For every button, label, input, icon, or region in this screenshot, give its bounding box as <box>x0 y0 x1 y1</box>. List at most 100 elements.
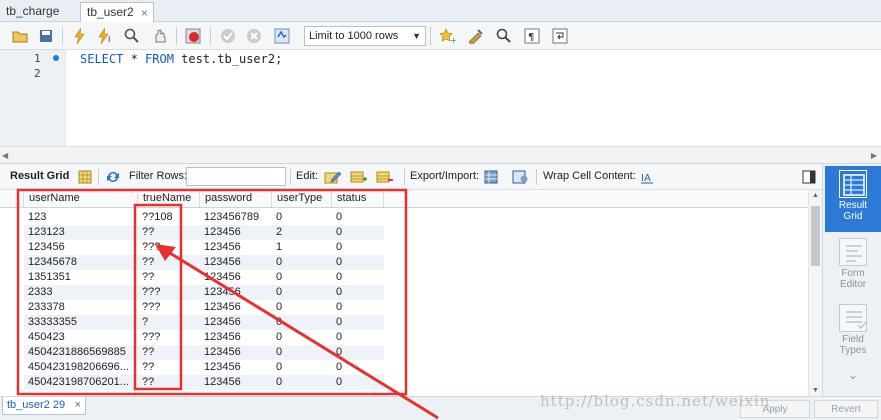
table-cell-status[interactable]: 0 <box>332 315 384 330</box>
open-file-icon[interactable] <box>10 26 30 46</box>
table-cell-status[interactable]: 0 <box>332 210 384 225</box>
table-cell-usertype[interactable]: 0 <box>272 255 332 270</box>
table-cell-status[interactable]: 0 <box>332 330 384 345</box>
table-cell-usertype[interactable]: 0 <box>272 210 332 225</box>
table-cell-password[interactable]: 123456 <box>200 225 272 240</box>
table-row[interactable]: 123 ??108 123456789 0 0 <box>24 210 384 225</box>
refresh-icon[interactable] <box>104 168 122 186</box>
table-cell-truename[interactable]: ?? <box>138 375 200 390</box>
table-cell-password[interactable]: 123456 <box>200 270 272 285</box>
more-chevron-icon[interactable]: ⌄ <box>825 369 881 392</box>
table-cell-status[interactable]: 0 <box>332 225 384 240</box>
table-row[interactable]: 123123?? 123456 2 0 <box>24 225 384 240</box>
table-cell-truename[interactable]: ?? <box>138 345 200 360</box>
table-cell-status[interactable]: 0 <box>332 240 384 255</box>
table-cell-password[interactable]: 123456 <box>200 360 272 375</box>
sql-editor[interactable]: 1 2 SELECT * FROM test.tb_user2; <box>0 50 881 146</box>
limit-rows-select[interactable]: Limit to 1000 rows ▼ <box>304 26 426 46</box>
table-cell-truename[interactable]: ??? <box>138 240 200 255</box>
edit-row-icon[interactable] <box>324 168 342 186</box>
table-cell-truename[interactable]: ?? <box>138 255 200 270</box>
wrap-cell-icon[interactable]: IA <box>638 168 656 186</box>
revert-button[interactable]: Revert <box>814 400 878 418</box>
table-cell-usertype[interactable]: 1 <box>272 240 332 255</box>
table-cell-username[interactable]: 450423 <box>24 330 138 345</box>
tab-tb-user2[interactable]: tb_user2 × <box>80 2 154 22</box>
table-cell-username[interactable]: 123 <box>24 210 138 225</box>
table-cell-truename[interactable]: ??108 <box>138 210 200 225</box>
column-header[interactable]: userType <box>272 190 332 208</box>
word-wrap-icon[interactable] <box>550 26 570 46</box>
table-row[interactable]: 450423198706201...?? 123456 0 0 <box>24 375 384 390</box>
form-editor-button[interactable]: Form Editor <box>825 238 881 298</box>
table-cell-password[interactable]: 123456 <box>200 315 272 330</box>
table-cell-status[interactable]: 0 <box>332 255 384 270</box>
table-cell-username[interactable]: 450423198706201... <box>24 375 138 390</box>
scroll-down-icon[interactable]: ▼ <box>812 387 819 394</box>
filter-rows-input[interactable] <box>186 167 286 186</box>
table-cell-truename[interactable]: ??? <box>138 330 200 345</box>
table-cell-usertype[interactable]: 0 <box>272 285 332 300</box>
table-cell-username[interactable]: 4504231886569885 <box>24 345 138 360</box>
grid-vertical-scrollbar[interactable]: ▲ ▼ <box>808 190 822 396</box>
execute-current-icon[interactable]: I <box>96 26 116 46</box>
export-icon[interactable] <box>484 168 502 186</box>
table-cell-truename[interactable]: ??? <box>138 285 200 300</box>
explain-icon[interactable] <box>122 26 142 46</box>
table-row[interactable]: 2333??? 123456 0 0 <box>24 285 384 300</box>
grid-view-icon[interactable] <box>76 168 94 186</box>
table-cell-status[interactable]: 0 <box>332 345 384 360</box>
scroll-left-icon[interactable]: ◀ <box>2 151 8 160</box>
scroll-right-icon[interactable]: ▶ <box>871 151 877 160</box>
save-icon[interactable] <box>36 26 56 46</box>
table-cell-password[interactable]: 123456789 <box>200 210 272 225</box>
table-cell-status[interactable]: 0 <box>332 375 384 390</box>
result-tab-tb-user2[interactable]: tb_user2 29 × <box>2 397 86 415</box>
table-cell-truename[interactable]: ?? <box>138 225 200 240</box>
import-icon[interactable] <box>512 168 530 186</box>
table-row[interactable]: 33333355? 123456 0 0 <box>24 315 384 330</box>
column-header[interactable]: status <box>332 190 384 208</box>
close-icon[interactable]: × <box>75 397 81 414</box>
table-cell-username[interactable]: 33333355 <box>24 315 138 330</box>
table-cell-username[interactable]: 450423198206696... <box>24 360 138 375</box>
table-cell-usertype[interactable]: 0 <box>272 360 332 375</box>
column-header[interactable]: password <box>200 190 272 208</box>
table-cell-password[interactable]: 123456 <box>200 375 272 390</box>
execute-icon[interactable] <box>70 26 90 46</box>
editor-scrollbar[interactable]: ◀ ▶ <box>0 146 881 164</box>
table-cell-username[interactable]: 123456 <box>24 240 138 255</box>
delete-row-icon[interactable] <box>376 168 394 186</box>
table-cell-status[interactable]: 0 <box>332 360 384 375</box>
tab-tb-charge[interactable]: tb_charge <box>0 2 76 22</box>
table-row[interactable]: 123456??? 123456 1 0 <box>24 240 384 255</box>
autocommit-icon[interactable] <box>272 26 292 46</box>
stop-icon[interactable] <box>150 26 170 46</box>
table-cell-usertype[interactable]: 2 <box>272 225 332 240</box>
close-icon[interactable]: × <box>141 4 148 22</box>
result-grid[interactable]: userName trueName password userType stat… <box>0 190 808 396</box>
field-types-button[interactable]: Field Types <box>825 304 881 364</box>
table-cell-username[interactable]: 12345678 <box>24 255 138 270</box>
result-grid-button[interactable]: Result Grid <box>825 166 881 232</box>
table-cell-username[interactable]: 2333 <box>24 285 138 300</box>
invisible-chars-icon[interactable]: ¶ <box>522 26 542 46</box>
table-row[interactable]: 4504231886569885?? 123456 0 0 <box>24 345 384 360</box>
table-cell-truename[interactable]: ??? <box>138 300 200 315</box>
table-cell-password[interactable]: 123456 <box>200 330 272 345</box>
table-cell-status[interactable]: 0 <box>332 285 384 300</box>
table-cell-truename[interactable]: ?? <box>138 270 200 285</box>
table-cell-status[interactable]: 0 <box>332 300 384 315</box>
table-cell-status[interactable]: 0 <box>332 270 384 285</box>
toggle-panel-icon[interactable] <box>800 168 818 186</box>
result-grid-label[interactable]: Result Grid <box>10 170 69 182</box>
add-snippet-icon[interactable]: + <box>438 26 458 46</box>
beautify-icon[interactable] <box>466 26 486 46</box>
table-cell-username[interactable]: 1351351 <box>24 270 138 285</box>
table-cell-password[interactable]: 123456 <box>200 240 272 255</box>
table-cell-password[interactable]: 123456 <box>200 285 272 300</box>
scroll-up-icon[interactable]: ▲ <box>812 192 819 199</box>
rollback-icon[interactable] <box>244 26 264 46</box>
table-cell-usertype[interactable]: 0 <box>272 315 332 330</box>
table-row[interactable]: 233378??? 123456 0 0 <box>24 300 384 315</box>
